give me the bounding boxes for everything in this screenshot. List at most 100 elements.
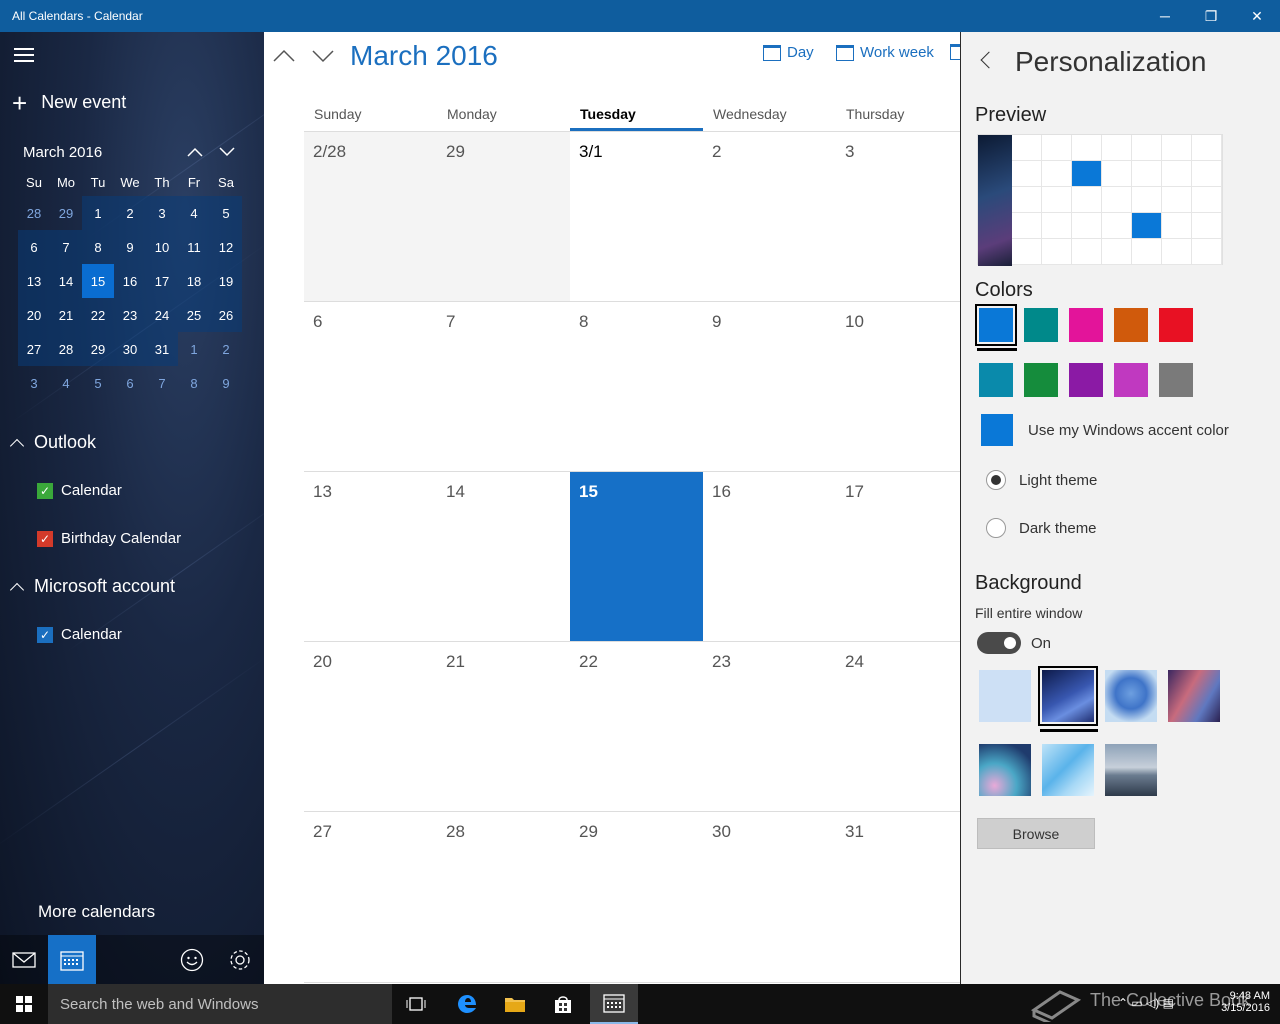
- light-theme-label[interactable]: Light theme: [1019, 472, 1097, 489]
- mini-day-cell[interactable]: 21: [50, 298, 82, 332]
- mini-day-cell[interactable]: 5: [82, 366, 114, 400]
- accent-color-swatch[interactable]: [981, 414, 1013, 446]
- calendar-day-cell[interactable]: 31: [836, 812, 960, 982]
- windows-start-icon[interactable]: [0, 984, 48, 1024]
- mini-day-cell[interactable]: 8: [82, 230, 114, 264]
- file-explorer-icon[interactable]: [491, 984, 539, 1024]
- calendar-item-outlook-calendar[interactable]: ✓ Calendar: [37, 482, 122, 499]
- close-button[interactable]: ✕: [1234, 0, 1280, 32]
- work-week-view-button[interactable]: Work week: [836, 44, 934, 61]
- mini-day-cell[interactable]: 31: [146, 332, 178, 366]
- calendar-day-cell[interactable]: 14: [437, 472, 570, 642]
- mini-day-cell[interactable]: 28: [18, 196, 50, 230]
- checkbox-icon[interactable]: ✓: [37, 530, 53, 547]
- mini-day-cell[interactable]: 2: [114, 196, 146, 230]
- mini-day-cell[interactable]: 26: [210, 298, 242, 332]
- mini-day-cell[interactable]: 5: [210, 196, 242, 230]
- calendar-day-cell[interactable]: 22: [570, 642, 703, 812]
- calendar-day-cell[interactable]: 2: [703, 132, 836, 302]
- background-star-trails[interactable]: [1038, 666, 1098, 726]
- color-swatch[interactable]: [1024, 308, 1058, 342]
- mini-day-cell[interactable]: 22: [82, 298, 114, 332]
- mini-day-cell[interactable]: 18: [178, 264, 210, 298]
- mini-next-month-icon[interactable]: [217, 142, 237, 162]
- mini-day-cell[interactable]: 14: [50, 264, 82, 298]
- mini-day-cell[interactable]: 12: [210, 230, 242, 264]
- calendar-day-cell[interactable]: 20: [304, 642, 437, 812]
- mini-day-cell[interactable]: 28: [50, 332, 82, 366]
- dark-theme-label[interactable]: Dark theme: [1019, 520, 1097, 537]
- calendar-day-cell[interactable]: 16: [703, 472, 836, 642]
- browse-button[interactable]: Browse: [977, 818, 1095, 849]
- gear-icon[interactable]: [216, 935, 264, 984]
- mini-day-cell[interactable]: 9: [114, 230, 146, 264]
- mini-day-cell[interactable]: 3: [146, 196, 178, 230]
- taskbar-search-input[interactable]: Search the web and Windows: [48, 984, 392, 1024]
- smiley-feedback-icon[interactable]: [168, 935, 216, 984]
- color-swatch[interactable]: [1114, 363, 1148, 397]
- calendar-day-cell[interactable]: 21: [437, 642, 570, 812]
- color-swatch[interactable]: [1159, 308, 1193, 342]
- store-icon[interactable]: [539, 984, 587, 1024]
- back-arrow-icon[interactable]: [980, 51, 998, 69]
- mini-day-cell[interactable]: 23: [114, 298, 146, 332]
- checkbox-icon[interactable]: ✓: [37, 482, 53, 499]
- new-event-button[interactable]: + New event: [12, 90, 126, 116]
- next-month-icon[interactable]: [311, 44, 335, 68]
- mini-day-cell[interactable]: 17: [146, 264, 178, 298]
- mini-day-cell[interactable]: 19: [210, 264, 242, 298]
- calendar-item-msa-calendar[interactable]: ✓ Calendar: [37, 626, 122, 643]
- mini-day-cell[interactable]: 1: [82, 196, 114, 230]
- calendar-day-cell[interactable]: 10: [836, 302, 960, 472]
- minimize-button[interactable]: ─: [1142, 0, 1188, 32]
- background-tree[interactable]: [1105, 670, 1157, 722]
- day-view-button[interactable]: Day: [763, 44, 814, 61]
- color-swatch[interactable]: [1159, 363, 1193, 397]
- color-swatch[interactable]: [975, 304, 1017, 346]
- calendar-day-cell[interactable]: 8: [570, 302, 703, 472]
- calendar-day-cell[interactable]: 30: [703, 812, 836, 982]
- calendar-day-cell[interactable]: 15: [570, 472, 703, 642]
- mini-day-cell[interactable]: 7: [50, 230, 82, 264]
- mini-day-cell[interactable]: 10: [146, 230, 178, 264]
- background-polygons[interactable]: [1042, 744, 1094, 796]
- mini-day-cell[interactable]: 1: [178, 332, 210, 366]
- color-swatch[interactable]: [1069, 308, 1103, 342]
- edge-browser-icon[interactable]: [443, 984, 491, 1024]
- checkbox-icon[interactable]: ✓: [37, 626, 53, 643]
- calendar-day-cell[interactable]: 29: [437, 132, 570, 302]
- calendar-day-cell[interactable]: 6: [304, 302, 437, 472]
- mini-day-cell[interactable]: 27: [18, 332, 50, 366]
- calendar-day-cell[interactable]: 28: [437, 812, 570, 982]
- mini-calendar-title[interactable]: March 2016: [23, 144, 102, 161]
- month-title[interactable]: March 2016: [350, 40, 498, 72]
- color-swatch[interactable]: [979, 363, 1013, 397]
- calendar-day-cell[interactable]: 27: [304, 812, 437, 982]
- mini-day-cell[interactable]: 2: [210, 332, 242, 366]
- calendar-day-cell[interactable]: 17: [836, 472, 960, 642]
- group-outlook[interactable]: Outlook: [9, 432, 96, 453]
- mini-day-cell[interactable]: 6: [18, 230, 50, 264]
- more-calendars-link[interactable]: More calendars: [38, 902, 155, 922]
- mini-day-cell[interactable]: 20: [18, 298, 50, 332]
- system-tray-icons[interactable]: ⌃ ▭ ◁) ▤: [1118, 996, 1174, 1010]
- fill-window-toggle[interactable]: [977, 632, 1021, 654]
- calendar-day-cell[interactable]: 3: [836, 132, 960, 302]
- background-plain-light[interactable]: [979, 670, 1031, 722]
- color-swatch[interactable]: [1024, 363, 1058, 397]
- mini-day-cell[interactable]: 25: [178, 298, 210, 332]
- background-hills[interactable]: [979, 744, 1031, 796]
- mini-prev-month-icon[interactable]: [185, 142, 205, 162]
- mini-day-cell[interactable]: 29: [50, 196, 82, 230]
- mini-day-cell[interactable]: 15: [82, 264, 114, 298]
- color-swatch[interactable]: [1114, 308, 1148, 342]
- calendar-day-cell[interactable]: 9: [703, 302, 836, 472]
- restore-button[interactable]: ❐: [1188, 0, 1234, 32]
- calendar-day-cell[interactable]: 3/1: [570, 132, 703, 302]
- mini-day-cell[interactable]: 9: [210, 366, 242, 400]
- color-swatch[interactable]: [1069, 363, 1103, 397]
- calendar-day-cell[interactable]: 2/28: [304, 132, 437, 302]
- mini-day-cell[interactable]: 7: [146, 366, 178, 400]
- week-view-button[interactable]: [950, 44, 960, 60]
- mail-icon[interactable]: [0, 935, 48, 984]
